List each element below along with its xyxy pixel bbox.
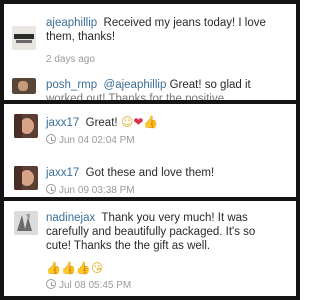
username-link[interactable]: posh_rmp <box>46 79 97 91</box>
comment-text-line2: carefully and beautifully packaged. It's… <box>46 226 256 238</box>
comment-body: Thank you very much! It was <box>101 212 248 224</box>
comment-text: jaxx17 Got these and love them! <box>46 166 214 180</box>
comment-text-line2: them, thanks! <box>46 31 116 43</box>
comments-panel-1[interactable]: ajeaphillip Received my jeans today! I l… <box>4 4 296 100</box>
mention-link[interactable]: @ajeaphillip <box>104 79 167 91</box>
clock-icon <box>46 184 56 194</box>
user-avatar[interactable] <box>14 211 38 235</box>
timestamp: Jul 08 05:45 PM <box>46 279 131 291</box>
username-link[interactable]: jaxx17 <box>46 167 79 179</box>
comment-text-cut: worked out! Thanks for the positive <box>46 93 225 100</box>
timestamp: Jun 09 03:38 PM <box>46 184 135 196</box>
user-avatar[interactable] <box>12 78 36 94</box>
comment-text: ajeaphillip Received my jeans today! I l… <box>46 16 290 30</box>
comment-body: Got these and love them! <box>85 167 215 179</box>
user-avatar[interactable] <box>14 114 38 138</box>
comments-panel-2[interactable]: jaxx17 Great! ☺❤👍 Jun 04 02:04 PM jaxx17… <box>4 104 296 197</box>
username-link[interactable]: ajeaphillip <box>46 17 97 29</box>
heart-emoji: ❤ <box>133 115 144 129</box>
comment-text: jaxx17 Great! ☺❤👍 <box>46 116 158 130</box>
kiss-emoji: 😘 <box>90 261 104 275</box>
timestamp-text: Jul 08 05:45 PM <box>59 280 132 291</box>
timestamp-text: Jun 04 02:04 PM <box>59 135 135 146</box>
username-link[interactable]: jaxx17 <box>46 117 79 129</box>
comment-body: Received my jeans today! I love <box>103 17 266 29</box>
clock-icon <box>46 134 56 144</box>
clock-icon <box>46 279 56 289</box>
timestamp: Jun 04 02:04 PM <box>46 134 135 146</box>
smile-emoji: ☺ <box>120 115 134 129</box>
comment-text: posh_rmp @ajeaphillip Great! so glad it <box>46 78 290 92</box>
username-link[interactable]: nadinejax <box>46 212 95 224</box>
comment-body: Great! so glad it <box>169 79 251 91</box>
comment-text: nadinejax Thank you very much! It was <box>46 211 292 225</box>
comments-panel-3[interactable]: nadinejax Thank you very much! It was ca… <box>4 201 296 296</box>
comment-body: Great! <box>85 117 118 129</box>
emoji-row: 👍👍👍😘 <box>46 259 103 277</box>
thumbs-up-emoji: 👍 <box>75 261 91 275</box>
user-avatar[interactable] <box>14 166 38 190</box>
timestamp-text: Jun 09 03:38 PM <box>59 185 135 196</box>
timestamp: 2 days ago <box>46 54 95 65</box>
thumbs-up-emoji: 👍 <box>143 115 159 129</box>
comment-text-line3: cute! Thanks the the gift as well. <box>46 240 211 252</box>
thumbs-up-emoji: 👍 <box>60 261 76 275</box>
user-avatar[interactable] <box>12 26 36 50</box>
thumbs-up-emoji: 👍 <box>46 261 61 275</box>
